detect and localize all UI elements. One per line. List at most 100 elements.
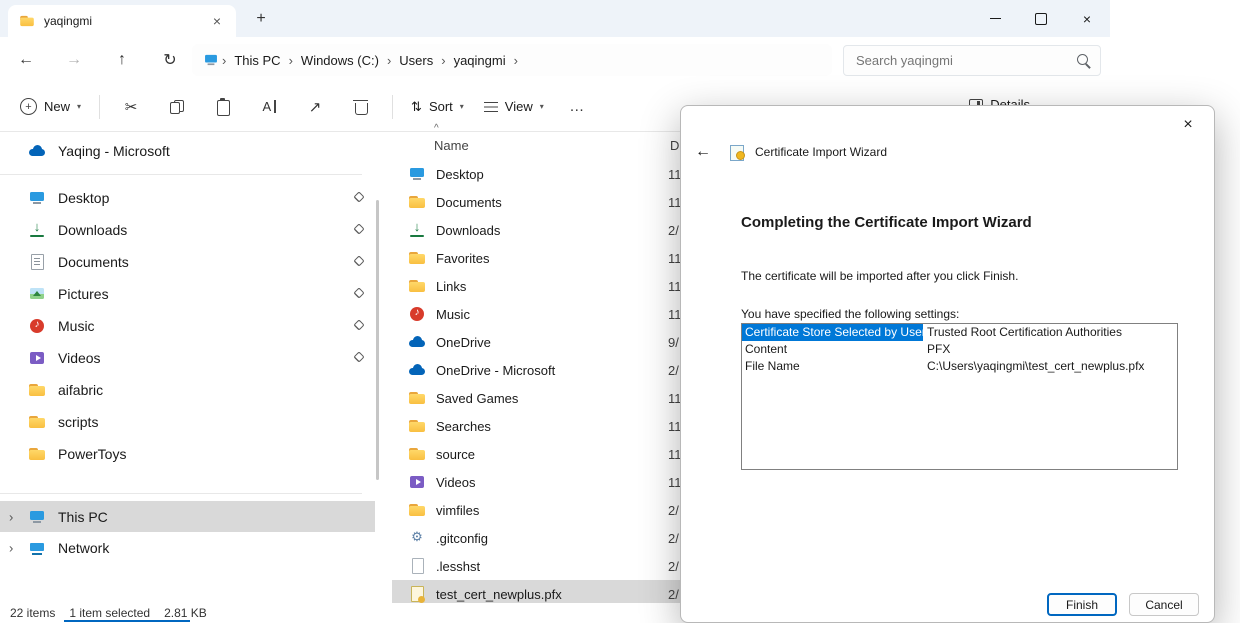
minimize-icon — [990, 18, 1001, 19]
cancel-button[interactable]: Cancel — [1129, 593, 1199, 616]
sidebar-item[interactable]: Videos — [0, 342, 375, 374]
file-name: Links — [436, 279, 658, 294]
settings-list[interactable]: Certificate Store Selected by User Trust… — [741, 323, 1178, 470]
chevron-down-icon: ▾ — [77, 102, 81, 111]
sidebar-item-icon — [28, 221, 46, 239]
tab-close-icon[interactable]: × — [208, 13, 226, 29]
file-date: 2/ — [668, 587, 679, 602]
navigation-pane: Yaqing - Microsoft Desktop Downloads Doc… — [0, 135, 375, 603]
file-icon — [408, 193, 426, 211]
file-name: Desktop — [436, 167, 658, 182]
file-name: Searches — [436, 419, 658, 434]
sidebar-item-icon — [28, 317, 46, 335]
sidebar-item-label: Yaqing - Microsoft — [58, 143, 365, 159]
sort-button[interactable]: ⇅ Sort ▾ — [401, 93, 474, 121]
delete-button[interactable] — [343, 90, 379, 124]
chevron-right-icon: › — [441, 53, 445, 68]
file-name: .gitconfig — [436, 531, 658, 546]
paste-icon — [217, 100, 230, 116]
chevron-down-icon: ▾ — [460, 102, 464, 111]
setting-value: C:\Users\yaqingmi\test_cert_newplus.pfx — [923, 358, 1144, 375]
dialog-footer: Finish Cancel — [681, 593, 1214, 616]
sidebar-item-label: This PC — [58, 509, 365, 525]
file-date: 2/ — [668, 503, 679, 518]
forward-button[interactable]: → — [58, 44, 90, 76]
sidebar-item[interactable]: › This PC — [0, 501, 375, 532]
wizard-heading: Completing the Certificate Import Wizard — [741, 214, 1032, 231]
sidebar-item[interactable]: scripts — [0, 406, 375, 438]
close-button[interactable]: × — [1064, 0, 1110, 37]
new-button[interactable]: + New ▾ — [10, 92, 91, 121]
cut-button[interactable]: ✂ — [113, 90, 149, 124]
refresh-button[interactable]: ↻ — [154, 44, 186, 76]
settings-row[interactable]: File Name C:\Users\yaqingmi\test_cert_ne… — [742, 358, 1177, 375]
view-button[interactable]: View ▾ — [474, 93, 554, 120]
pin-icon — [352, 352, 365, 365]
sidebar-item-onedrive[interactable]: Yaqing - Microsoft — [0, 135, 375, 167]
sidebar-item-label: Network — [58, 540, 365, 556]
chevron-down-icon: ▾ — [540, 102, 544, 111]
settings-row[interactable]: Content PFX — [742, 341, 1177, 358]
dialog-back-button[interactable]: ← — [689, 138, 717, 166]
breadcrumb-item[interactable]: This PC — [228, 50, 286, 71]
sidebar-item-label: Music — [58, 318, 340, 334]
this-pc-icon — [203, 52, 218, 67]
up-button[interactable]: ↑ — [106, 44, 138, 76]
sidebar-item[interactable]: aifabric — [0, 374, 375, 406]
sidebar-item[interactable]: Downloads — [0, 214, 375, 246]
file-icon — [408, 249, 426, 267]
share-button[interactable]: ↗ — [297, 90, 333, 124]
selection-size: 2.81 KB — [164, 606, 207, 620]
sidebar-item[interactable]: Desktop — [0, 182, 375, 214]
back-button[interactable]: ← — [10, 44, 42, 76]
sort-ascending-icon: ^ — [434, 123, 439, 134]
minimize-button[interactable] — [972, 0, 1018, 37]
screen: yaqingmi × + × ← → ↑ ↻ › This PC › Windo… — [0, 0, 1240, 623]
chevron-expand-icon[interactable]: › — [9, 540, 13, 555]
search-input[interactable] — [843, 45, 1101, 76]
wizard-info-text: The certificate will be imported after y… — [741, 269, 1018, 283]
file-name: Videos — [436, 475, 658, 490]
sidebar-item[interactable]: › Network — [0, 532, 375, 563]
file-name: .lesshst — [436, 559, 658, 574]
setting-value: Trusted Root Certification Authorities — [923, 324, 1122, 341]
dialog-close-button[interactable]: × — [1168, 110, 1208, 140]
pin-icon — [352, 192, 365, 205]
copy-icon — [170, 100, 184, 114]
certificate-wizard-icon — [727, 143, 745, 161]
chevron-expand-icon[interactable]: › — [9, 509, 13, 524]
dialog-title: Certificate Import Wizard — [755, 145, 887, 159]
breadcrumb-item[interactable]: yaqingmi — [448, 50, 512, 71]
sidebar-item-icon — [28, 253, 46, 271]
sidebar-item[interactable]: Pictures — [0, 278, 375, 310]
sidebar-divider — [0, 174, 362, 175]
settings-row[interactable]: Certificate Store Selected by User Trust… — [742, 324, 1177, 341]
column-header-name[interactable]: Name — [434, 138, 469, 153]
pin-icon — [352, 224, 365, 237]
finish-button[interactable]: Finish — [1047, 593, 1117, 616]
rename-button[interactable]: A — [251, 90, 287, 124]
sidebar-item-label: Documents — [58, 254, 340, 270]
paste-button[interactable] — [205, 90, 241, 124]
tab-title: yaqingmi — [44, 14, 200, 28]
items-count: 22 items — [10, 606, 55, 620]
more-options-button[interactable]: … — [559, 90, 595, 124]
sidebar-item[interactable]: Documents — [0, 246, 375, 278]
maximize-button[interactable] — [1018, 0, 1064, 37]
breadcrumb-item[interactable]: Users — [393, 50, 439, 71]
breadcrumb-item[interactable]: Windows (C:) — [295, 50, 385, 71]
copy-button[interactable] — [159, 90, 195, 124]
sidebar-item-label: PowerToys — [58, 446, 340, 462]
explorer-tab[interactable]: yaqingmi × — [8, 5, 236, 37]
sidebar-item-label: scripts — [58, 414, 340, 430]
sidebar-item[interactable]: Music — [0, 310, 375, 342]
sidebar-item-icon — [28, 508, 46, 526]
onedrive-icon — [28, 142, 46, 160]
new-button-label: New — [44, 99, 70, 114]
new-tab-button[interactable]: + — [248, 7, 274, 31]
pin-icon — [352, 320, 365, 333]
sidebar-item[interactable]: PowerToys — [0, 438, 375, 470]
sidebar-scrollbar[interactable] — [376, 200, 379, 480]
maximize-icon — [1035, 13, 1047, 25]
sidebar-item-icon — [28, 189, 46, 207]
